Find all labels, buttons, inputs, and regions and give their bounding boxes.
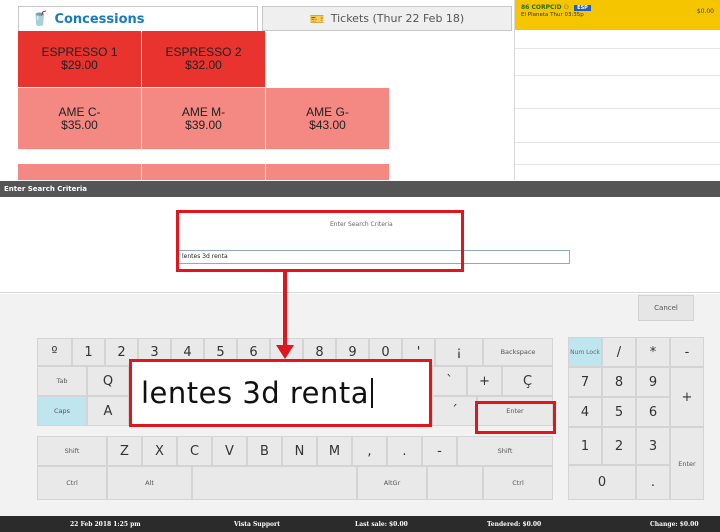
status-tendered: Tendered: $0.00 (487, 521, 542, 528)
altgr-key[interactable]: AltGr (357, 466, 427, 500)
key[interactable]: N (282, 436, 317, 466)
status-change: Change: $0.00 (650, 521, 699, 528)
space-key[interactable] (192, 466, 357, 500)
status-user: Vista Support (234, 521, 280, 528)
numpad-zero-key[interactable]: 0 (568, 465, 636, 500)
numpad-key[interactable]: 8 (602, 367, 636, 397)
product-tile[interactable] (142, 164, 266, 181)
key[interactable]: M (317, 436, 352, 466)
numpad-enter-key[interactable]: Enter (670, 427, 704, 500)
numpad-key[interactable]: . (636, 465, 670, 500)
product-name: AME G- (306, 104, 349, 119)
status-last-sale: Last sale: $0.00 (355, 521, 408, 528)
numpad-key[interactable]: 4 (568, 397, 602, 427)
product-tile[interactable]: ESPRESSO 1 $29.00 (18, 31, 142, 88)
numpad-key[interactable]: 2 (602, 427, 636, 465)
product-tile[interactable]: AME C- $35.00 (18, 88, 142, 150)
order-subtitle: El Planeta Thur 03:35p (521, 12, 584, 18)
annotation-arrow-head (276, 345, 294, 359)
key[interactable]: , (352, 436, 387, 466)
numpad-key[interactable]: 3 (636, 427, 670, 465)
product-price: $32.00 (185, 58, 222, 72)
order-code: 86 CORPCID (521, 4, 562, 11)
annotation-arrow (283, 271, 287, 347)
caps-key[interactable]: Caps (37, 396, 87, 426)
key[interactable]: B (247, 436, 282, 466)
numpad-key[interactable]: - (670, 337, 704, 367)
key[interactable]: Z (107, 436, 142, 466)
key[interactable]: X (142, 436, 177, 466)
key[interactable]: C (177, 436, 212, 466)
product-name: AME M- (181, 104, 226, 119)
concessions-icon: 🥤 (31, 11, 49, 27)
tab-concessions[interactable]: 🥤 Concessions (18, 6, 258, 31)
cancel-button[interactable]: Cancel (638, 295, 694, 321)
key[interactable]: - (422, 436, 457, 466)
text-caret (371, 378, 374, 408)
tab-tickets-label: Tickets (Thur 22 Feb 18) (330, 12, 465, 25)
product-tile[interactable] (266, 164, 390, 181)
key[interactable]: V (212, 436, 247, 466)
order-divider (515, 142, 720, 143)
order-divider (515, 108, 720, 109)
pos-screen: 🥤 Concessions 🎫 Tickets (Thur 22 Feb 18)… (0, 0, 720, 532)
key[interactable]: ´ (432, 396, 477, 426)
alt-key[interactable]: Alt (107, 466, 192, 500)
numpad-key[interactable]: * (636, 337, 670, 367)
key[interactable] (427, 466, 483, 500)
tab-key[interactable]: Tab (37, 366, 87, 396)
key[interactable]: + (467, 366, 502, 396)
status-datetime: 22 Feb 2018 1:25 pm (70, 521, 141, 528)
order-panel: 86 CORPCID ⚇ ESP El Planeta Thur 03:35p … (514, 0, 720, 180)
key[interactable]: º (37, 338, 72, 366)
ctrl-key[interactable]: Ctrl (37, 466, 107, 500)
key[interactable]: . (387, 436, 422, 466)
numpad-key[interactable]: 1 (568, 427, 602, 465)
key[interactable]: Q (87, 366, 129, 396)
person-icon: ⚇ (563, 4, 570, 11)
numpad-key[interactable]: 6 (636, 397, 670, 427)
zoomed-search-value: lentes 3d renta (141, 376, 370, 410)
shift-key[interactable]: Shift (457, 436, 553, 466)
numpad-plus-key[interactable]: + (670, 367, 704, 427)
num-lock-key[interactable]: Num Lock (568, 337, 602, 367)
backspace-key[interactable]: Backspace (483, 338, 553, 366)
shift-key[interactable]: Shift (37, 436, 107, 466)
status-bar: 22 Feb 2018 1:25 pm Vista Support Last s… (0, 516, 720, 532)
key[interactable]: ` (432, 366, 467, 396)
highlight-box (176, 210, 464, 272)
enter-highlight-box (475, 401, 556, 434)
order-header[interactable]: 86 CORPCID ⚇ ESP El Planeta Thur 03:35p … (515, 0, 720, 30)
tab-tickets[interactable]: 🎫 Tickets (Thur 22 Feb 18) (262, 6, 512, 31)
order-code-row: 86 CORPCID ⚇ ESP (521, 4, 714, 11)
numpad-key[interactable]: 7 (568, 367, 602, 397)
order-amount: $0.00 (696, 8, 714, 15)
product-tile[interactable] (18, 164, 142, 181)
product-tile[interactable]: AME M- $39.00 (142, 88, 266, 150)
product-price: $43.00 (309, 117, 346, 132)
key[interactable]: Ç (502, 366, 553, 396)
key[interactable]: A (87, 396, 129, 426)
ticket-icon: 🎫 (309, 11, 325, 26)
numpad-key[interactable]: 5 (602, 397, 636, 427)
order-divider (515, 164, 720, 165)
numpad-key[interactable]: 9 (636, 367, 670, 397)
order-divider (515, 48, 720, 49)
numpad-key[interactable]: / (602, 337, 636, 367)
zoomed-search-text: lentes 3d renta (129, 359, 432, 427)
product-price: $35.00 (61, 117, 98, 132)
ctrl-key[interactable]: Ctrl (483, 466, 553, 500)
product-tile[interactable]: ESPRESSO 2 $32.00 (142, 31, 266, 88)
product-tile[interactable]: AME G- $43.00 (266, 88, 390, 150)
product-name: AME C- (58, 104, 101, 119)
key[interactable]: ¡ (435, 338, 483, 366)
order-badge: ESP (574, 4, 591, 11)
tab-concessions-label: Concessions (54, 11, 145, 27)
product-price: $29.00 (61, 58, 98, 72)
product-price: $39.00 (185, 117, 222, 132)
dialog-title: Enter Search Criteria (0, 181, 720, 197)
order-divider (515, 75, 720, 76)
key[interactable]: 1 (72, 338, 105, 366)
